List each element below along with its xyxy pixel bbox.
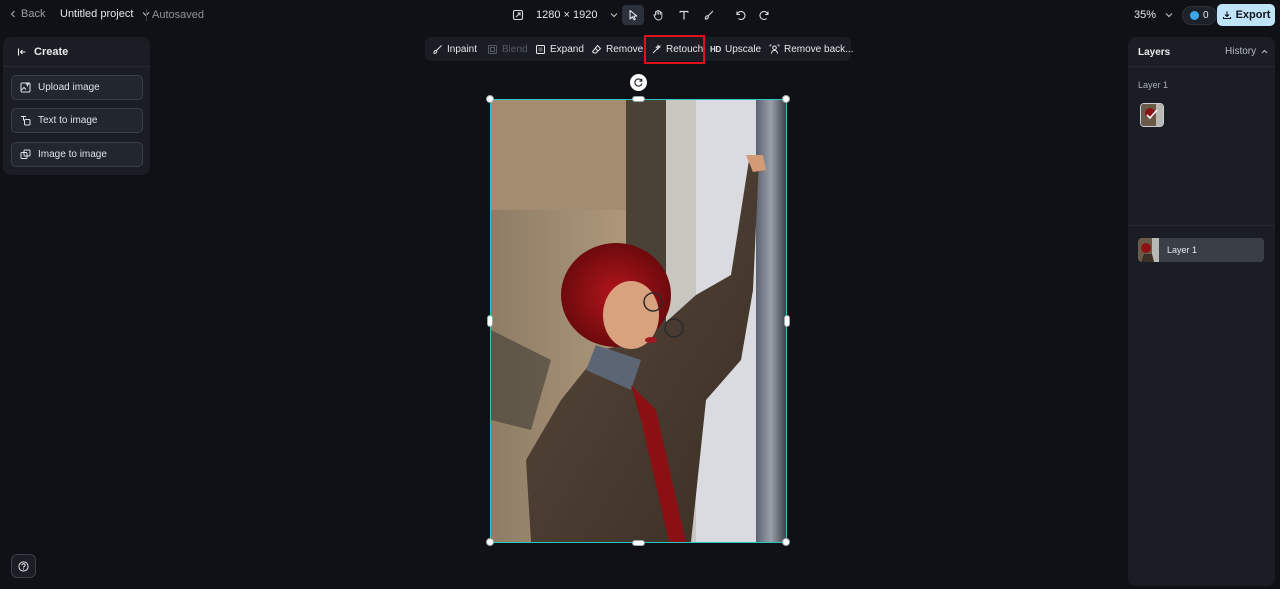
hand-tool-button[interactable]	[647, 5, 669, 25]
inpaint-icon	[433, 44, 442, 54]
layer-row-thumbnail	[1138, 238, 1159, 262]
upscale-label: Upscale	[724, 43, 762, 55]
redo-button[interactable]	[754, 5, 776, 25]
blend-label: Blend	[502, 43, 528, 55]
layers-tab[interactable]: Layers	[1138, 47, 1170, 58]
zoom-dropdown[interactable]: 35%	[1134, 9, 1174, 21]
chevron-down-icon	[611, 13, 618, 18]
image-to-image-icon	[20, 149, 31, 159]
hd-badge: HD	[710, 44, 721, 54]
blend-icon	[488, 44, 497, 54]
export-button[interactable]: Export	[1217, 4, 1275, 26]
collapse-left-icon	[17, 48, 26, 55]
eraser-icon	[591, 44, 602, 53]
expand-button[interactable]: Expand	[535, 41, 584, 57]
create-panel-header[interactable]: Create	[3, 37, 150, 67]
divider	[146, 9, 147, 21]
upload-image-button[interactable]: Upload image	[11, 75, 143, 100]
layer-row-image	[1138, 238, 1159, 262]
remove-background-label: Remove back...	[784, 43, 854, 55]
resize-handle-bottom-right[interactable]	[782, 538, 790, 546]
help-icon	[18, 560, 29, 572]
panel-divider	[1128, 225, 1275, 226]
create-panel: Create Upload image Text to image Image …	[3, 37, 150, 175]
help-button[interactable]	[11, 554, 36, 578]
select-tool-button[interactable]	[622, 5, 644, 25]
expand-icon	[536, 44, 545, 54]
retouch-highlight	[644, 35, 705, 64]
autosave-status: Autosaved	[152, 9, 204, 21]
credit-icon	[1190, 11, 1199, 20]
layer-group-label: Layer 1	[1138, 80, 1169, 90]
resize-icon	[512, 9, 524, 21]
rotate-icon	[634, 78, 643, 87]
resize-handle-left[interactable]	[487, 315, 493, 327]
text-to-image-icon	[21, 116, 31, 126]
remove-label: Remove	[606, 43, 644, 55]
remove-button[interactable]: Remove	[591, 41, 643, 57]
history-toggle[interactable]: History	[1225, 46, 1269, 57]
text-to-image-label: Text to image	[38, 115, 98, 126]
inpaint-button[interactable]: Inpaint	[432, 41, 477, 57]
brush-icon	[704, 10, 714, 20]
redo-icon	[759, 10, 769, 21]
zoom-value: 35%	[1134, 9, 1157, 21]
upscale-button[interactable]: HD Upscale	[710, 41, 761, 57]
resize-handle-top[interactable]	[632, 96, 645, 102]
create-panel-title: Create	[34, 45, 69, 58]
canvas-size-dropdown[interactable]: 1280 × 1920	[512, 6, 619, 24]
chevron-up-icon	[1261, 49, 1268, 54]
history-label: History	[1225, 46, 1257, 57]
resize-handle-top-right[interactable]	[782, 95, 790, 103]
canvas-image[interactable]	[490, 99, 787, 543]
image-to-image-button[interactable]: Image to image	[11, 142, 143, 167]
remove-background-button[interactable]: Remove back...	[769, 41, 853, 57]
upload-image-icon	[20, 82, 31, 93]
cursor-icon	[629, 10, 638, 21]
back-label: Back	[21, 8, 46, 20]
portrait-photo	[491, 100, 786, 542]
resize-handle-bottom[interactable]	[632, 540, 645, 546]
credits-badge[interactable]: 0	[1182, 6, 1217, 25]
rotate-handle[interactable]	[630, 74, 647, 91]
image-to-image-label: Image to image	[38, 149, 107, 160]
layers-panel: Layers History Layer 1 Layer 1	[1128, 37, 1275, 586]
undo-button[interactable]	[729, 5, 751, 25]
upload-image-label: Upload image	[38, 82, 100, 93]
remove-background-icon	[769, 44, 780, 54]
layers-panel-header: Layers History	[1128, 37, 1275, 67]
inpaint-label: Inpaint	[447, 43, 478, 55]
project-name: Untitled project	[60, 8, 134, 20]
project-name-dropdown[interactable]: Untitled project	[60, 8, 151, 20]
chevron-left-icon	[10, 10, 15, 18]
layer-row-label: Layer 1	[1167, 245, 1198, 255]
undo-icon	[736, 10, 746, 21]
brush-tool-button[interactable]	[698, 5, 720, 25]
download-icon	[1222, 11, 1231, 20]
hand-icon	[653, 9, 663, 21]
text-icon	[679, 10, 689, 20]
canvas-size-value: 1280 × 1920	[536, 9, 598, 21]
expand-label: Expand	[550, 43, 584, 55]
layer-thumbnail-selected[interactable]	[1140, 103, 1164, 127]
layer-thumbnail-image	[1141, 104, 1163, 126]
credits-count: 0	[1203, 10, 1209, 21]
resize-handle-top-left[interactable]	[486, 95, 494, 103]
chevron-down-icon	[1165, 13, 1173, 18]
resize-handle-right[interactable]	[784, 315, 790, 327]
back-button[interactable]: Back	[8, 8, 45, 20]
text-tool-button[interactable]	[673, 5, 695, 25]
text-to-image-button[interactable]: Text to image	[11, 108, 143, 133]
blend-button[interactable]: Blend	[487, 41, 528, 57]
export-label: Export	[1235, 9, 1271, 21]
layer-row[interactable]: Layer 1	[1138, 238, 1264, 262]
resize-handle-bottom-left[interactable]	[486, 538, 494, 546]
